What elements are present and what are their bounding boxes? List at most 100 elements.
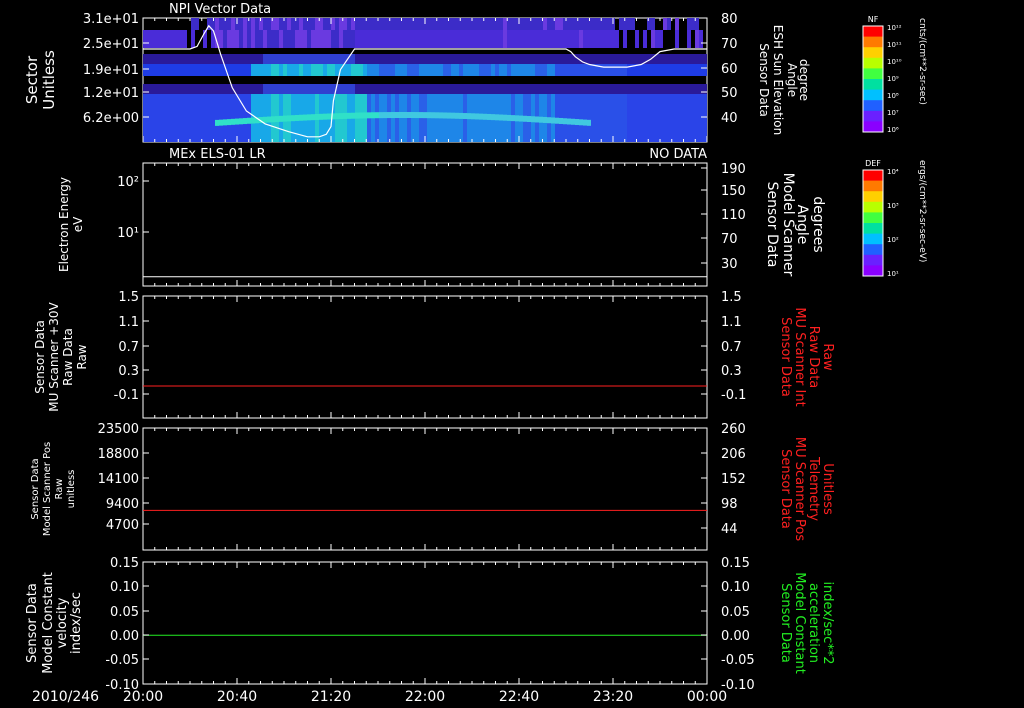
heatmap-cell (195, 54, 199, 64)
heatmap-cell (535, 54, 539, 64)
heatmap-cell (279, 54, 283, 64)
heatmap-cell (695, 94, 699, 142)
heatmap-cell (495, 54, 499, 64)
heatmap-cell (691, 18, 695, 30)
heatmap-cell (159, 54, 163, 64)
heatmap-cell (631, 94, 635, 142)
heatmap-cell (387, 30, 391, 48)
heatmap-cell (315, 54, 319, 64)
heatmap-cell (447, 64, 451, 76)
heatmap-cell (399, 54, 403, 64)
heatmap-cell (431, 112, 435, 119)
y-tick-label: 6.2e+00 (83, 111, 139, 126)
heatmap-cell (431, 64, 435, 76)
heatmap-cell (515, 18, 519, 30)
heatmap-cell (383, 84, 387, 94)
heatmap-cell (411, 64, 415, 76)
heatmap-cell (263, 54, 267, 64)
heatmap-cell (535, 84, 539, 94)
heatmap-cell (651, 84, 655, 94)
def-colorbar-segment (863, 233, 883, 245)
y2-axis-title-line: Angle (785, 63, 799, 97)
heatmap-cell (359, 18, 363, 30)
time-tick-label: 20:40 (217, 689, 257, 705)
heatmap-cell (475, 84, 479, 94)
heatmap-cell (463, 64, 467, 76)
y-axis-title-line: Raw (75, 344, 89, 369)
heatmap-cell (551, 54, 555, 64)
heatmap-cell (323, 54, 327, 64)
heatmap-cell (243, 30, 247, 48)
heatmap-cell (523, 54, 527, 64)
heatmap-cell (375, 30, 379, 48)
heatmap-cell (371, 112, 375, 119)
heatmap-cell (519, 54, 523, 64)
heatmap-cell (639, 54, 643, 64)
heatmap-cell (511, 84, 515, 94)
y2-axis-title-line: Sensor Data (757, 43, 771, 117)
heatmap-cell (191, 30, 195, 48)
heatmap-cell (555, 117, 559, 124)
heatmap-cell (651, 94, 655, 142)
heatmap-cell (431, 30, 435, 48)
heatmap-cell (363, 112, 367, 119)
heatmap-cell (231, 94, 235, 142)
heatmap-cell (563, 84, 567, 94)
heatmap-cell (655, 94, 659, 142)
heatmap-cell (647, 94, 651, 142)
heatmap-cell (443, 112, 447, 119)
heatmap-cell (603, 18, 607, 30)
heatmap-cell (511, 54, 515, 64)
heatmap-cell (307, 64, 311, 76)
heatmap-cell (179, 94, 183, 142)
heatmap-cell (471, 54, 475, 64)
heatmap-cell (243, 64, 247, 76)
heatmap-cell (387, 54, 391, 64)
panel-frame (142, 427, 708, 551)
heatmap-cell (251, 54, 255, 64)
heatmap-cell (627, 84, 631, 94)
heatmap-cell (619, 94, 623, 142)
heatmap-cell (423, 84, 427, 94)
y2-axis-title-line: Angle (794, 205, 810, 245)
heatmap-cell (543, 116, 547, 123)
heatmap-cell (607, 94, 611, 142)
heatmap-cell (303, 54, 307, 64)
heatmap-cell (567, 94, 571, 142)
nf-colorbar-segment (863, 36, 883, 48)
heatmap-cell (175, 94, 179, 142)
heatmap-cell (491, 114, 495, 121)
heatmap-cell (155, 54, 159, 64)
heatmap-cell (331, 18, 335, 30)
heatmap-cell (187, 84, 191, 94)
nf-colorbar-segment (863, 57, 883, 69)
heatmap-cell (399, 30, 403, 48)
heatmap-cell (479, 30, 483, 48)
heatmap-cell (359, 30, 363, 48)
y-axis-title-line: Electron Energy (57, 177, 71, 272)
def-colorbar-tick: 10² (887, 236, 899, 244)
heatmap-cell (567, 64, 571, 76)
heatmap-cell (339, 113, 343, 120)
heatmap-cell (447, 54, 451, 64)
heatmap-cell (319, 30, 323, 48)
heatmap-cell (627, 54, 631, 64)
heatmap-cell (303, 64, 307, 76)
heatmap-cell (531, 54, 535, 64)
heatmap-cell (431, 54, 435, 64)
heatmap-cell (251, 18, 255, 30)
heatmap-cell (239, 118, 243, 125)
heatmap-cell (407, 84, 411, 94)
panel-frame (142, 295, 708, 419)
heatmap-cell (619, 54, 623, 64)
heatmap-cell (687, 54, 691, 64)
heatmap-cell (331, 30, 335, 48)
y2-axis-title-line: Sensor Data (778, 583, 793, 663)
heatmap-cell (675, 94, 679, 142)
heatmap-cell (679, 64, 683, 76)
heatmap-cell (387, 18, 391, 30)
heatmap-cell (691, 54, 695, 64)
heatmap-cell (239, 18, 243, 30)
heatmap-cell (551, 30, 555, 48)
heatmap-cell (455, 84, 459, 94)
